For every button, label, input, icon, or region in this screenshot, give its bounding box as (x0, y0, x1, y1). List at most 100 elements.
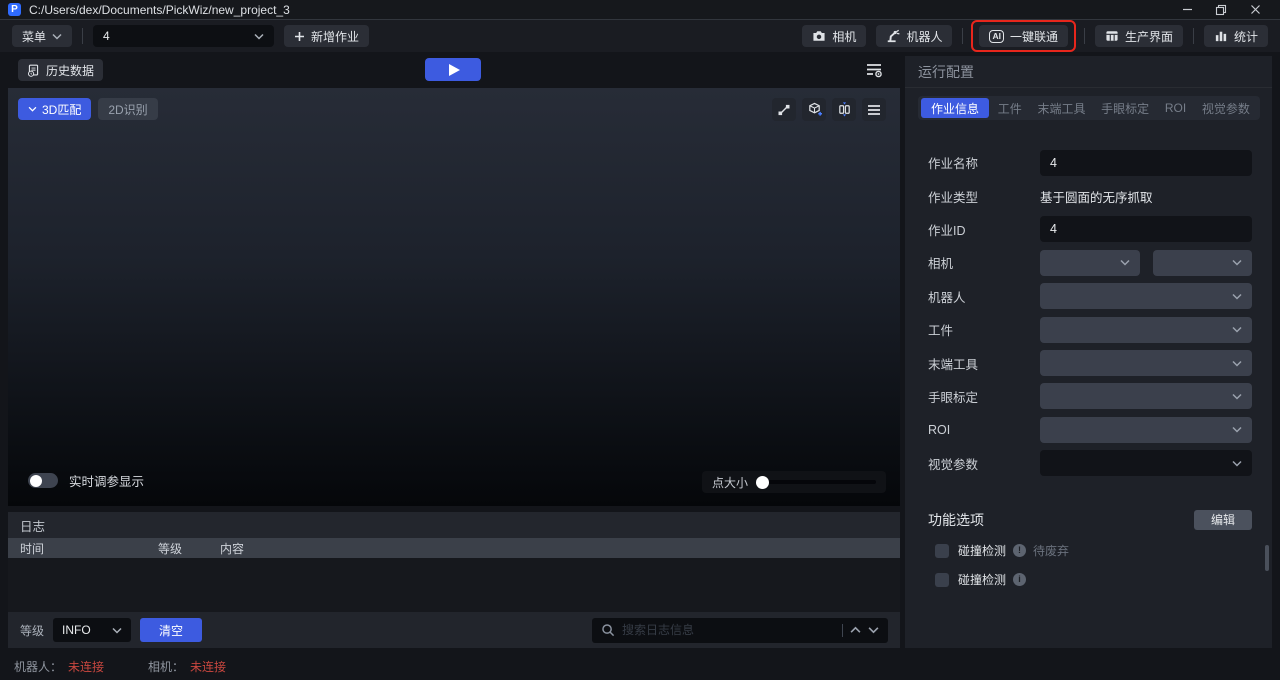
list-gear-icon (867, 64, 882, 78)
warning-icon: ! (1013, 544, 1027, 558)
log-col-level: 等级 (158, 541, 183, 556)
slider-knob[interactable] (756, 475, 770, 489)
point-size-slider[interactable] (756, 475, 876, 489)
log-controls: 等级 INFO 清空 (8, 612, 900, 648)
log-level-select[interactable]: INFO (53, 618, 132, 642)
form-row-workpiece: 工件 (905, 313, 1272, 346)
hand-eye-label: 手眼标定 (928, 390, 979, 405)
measure-tool-button[interactable] (772, 98, 796, 121)
log-col-content: 内容 (220, 541, 245, 556)
log-title: 日志 (20, 519, 46, 534)
toolbar-divider (82, 28, 84, 44)
collision-check-checkbox-2[interactable] (935, 572, 949, 587)
clear-log-button[interactable]: 清空 (140, 618, 203, 642)
camera-status-value: 未连接 (190, 659, 227, 674)
one-key-connect-label: 一键联通 (1009, 29, 1058, 44)
robot-arm-icon (888, 29, 900, 43)
status-bar: 机器人： 未连接 相机： 未连接 (0, 652, 1280, 680)
run-config-title: 运行配置 (918, 63, 974, 80)
robot-select[interactable] (1040, 283, 1252, 310)
roi-label: ROI (928, 422, 951, 437)
log-table-body (8, 558, 900, 612)
statistics-button[interactable]: 统计 (1203, 25, 1268, 47)
log-search-input[interactable] (622, 623, 835, 637)
one-key-connect-button[interactable]: AI 一键联通 (979, 25, 1068, 47)
split-view-button[interactable] (832, 98, 856, 121)
maximize-button[interactable] (1204, 0, 1238, 19)
deprecated-note: 待废弃 (1033, 544, 1070, 559)
job-name-label: 作业名称 (928, 157, 979, 172)
robot-label: 机器人 (928, 290, 966, 305)
main-toolbar: 菜单 4 新增作业 相机 机器人 AI 一键联通 生产界面 统计 (0, 20, 1280, 52)
view-settings-button[interactable] (862, 59, 886, 81)
robot-button[interactable]: 机器人 (876, 25, 953, 47)
roi-select[interactable] (1040, 416, 1252, 443)
chevron-down-icon (1232, 393, 1242, 400)
log-level-value: INFO (62, 623, 91, 637)
tab-2d-detect-label: 2D识别 (108, 102, 148, 117)
tab-workpiece[interactable]: 工件 (991, 98, 1029, 118)
camera-icon (813, 31, 825, 41)
edit-options-button[interactable]: 编辑 (1194, 509, 1252, 530)
job-id-input[interactable] (1040, 216, 1252, 243)
search-next-button[interactable] (868, 626, 879, 634)
tab-job-info[interactable]: 作业信息 (921, 98, 990, 118)
point-size-label: 点大小 (712, 475, 749, 490)
form-row-job-type: 作业类型 基于圆面的无序抓取 (905, 179, 1272, 212)
run-job-button[interactable] (425, 58, 481, 81)
menu-button[interactable]: 菜单 (12, 25, 73, 47)
minimize-icon (1182, 8, 1192, 11)
workpiece-label: 工件 (928, 324, 954, 339)
chevron-down-icon (1232, 427, 1242, 433)
hand-eye-select[interactable] (1040, 383, 1252, 410)
tab-2d-detect[interactable]: 2D识别 (98, 98, 158, 120)
form-row-end-tool: 末端工具 (905, 346, 1272, 379)
form-row-roi: ROI (905, 413, 1272, 446)
panel-scrollbar-thumb[interactable] (1265, 545, 1269, 571)
tab-roi[interactable]: ROI (1158, 98, 1193, 118)
split-view-icon (838, 102, 850, 117)
end-tool-select[interactable] (1040, 350, 1252, 377)
vision-params-select[interactable] (1040, 450, 1252, 477)
chevron-down-icon (1232, 460, 1242, 467)
app-logo-icon: P (8, 3, 21, 16)
point-cloud-viewport[interactable]: 3D匹配 2D识别 实时调参显示 点大小 (8, 88, 900, 506)
collision-check-label-1: 碰撞检测 (958, 544, 1007, 559)
camera-button[interactable]: 相机 (802, 25, 867, 47)
viewport-tabs: 3D匹配 2D识别 (18, 98, 158, 120)
form-row-hand-eye: 手眼标定 (905, 380, 1272, 413)
chevron-down-icon (1232, 360, 1242, 367)
tab-vision-params[interactable]: 视觉参数 (1195, 98, 1257, 118)
info-icon: i (1013, 573, 1027, 587)
chevron-down-icon (112, 627, 122, 634)
history-data-button[interactable]: 历史数据 (18, 59, 104, 81)
camera-status: 相机： 未连接 (148, 658, 226, 675)
minimize-button[interactable] (1170, 0, 1204, 19)
collision-check-label-2: 碰撞检测 (958, 573, 1007, 588)
camera-select-2[interactable] (1152, 249, 1252, 276)
tab-end-tool[interactable]: 末端工具 (1030, 98, 1092, 118)
option-row-collision-2: 碰撞检测 i (905, 572, 1272, 588)
play-icon (449, 63, 460, 76)
realtime-toggle[interactable] (28, 473, 58, 488)
tab-hand-eye-calib[interactable]: 手眼标定 (1094, 98, 1156, 118)
workpiece-select[interactable] (1040, 316, 1252, 343)
job-select-dropdown[interactable]: 4 (93, 25, 275, 47)
job-name-input[interactable] (1040, 149, 1252, 176)
history-data-label: 历史数据 (46, 63, 95, 78)
realtime-toggle-row: 实时调参显示 (28, 471, 144, 490)
realtime-toggle-label: 实时调参显示 (69, 475, 145, 489)
viewport-menu-button[interactable] (862, 98, 886, 121)
tab-3d-match[interactable]: 3D匹配 (18, 98, 92, 120)
production-ui-button[interactable]: 生产界面 (1094, 25, 1183, 47)
job-info-form: 作业名称 作业类型 基于圆面的无序抓取 作业ID 相机 机器人 (905, 146, 1272, 480)
add-job-button[interactable]: 新增作业 (284, 25, 370, 47)
toolbar-divider (1192, 28, 1194, 44)
search-prev-button[interactable] (850, 626, 861, 634)
log-search-box (592, 617, 888, 643)
log-panel: 日志 时间 等级 内容 等级 INFO 清空 (8, 512, 900, 648)
close-button[interactable] (1238, 0, 1272, 19)
camera-select-1[interactable] (1040, 249, 1140, 276)
collision-check-checkbox-1[interactable] (935, 543, 949, 558)
add-model-button[interactable] (802, 98, 826, 121)
